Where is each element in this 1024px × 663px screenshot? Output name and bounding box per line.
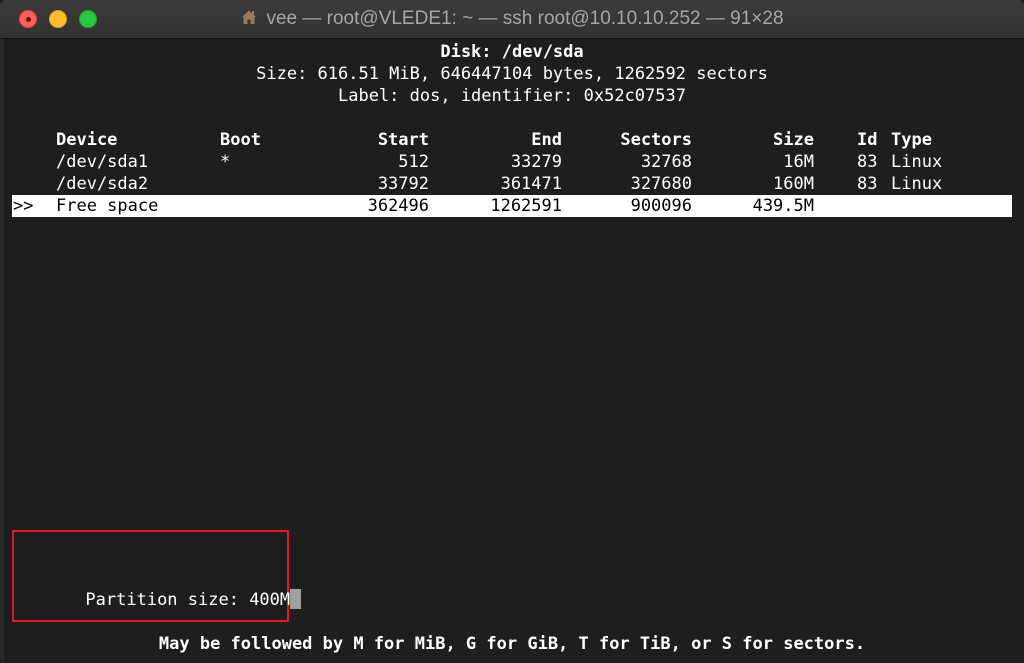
size-hint: May be followed by M for MiB, G for GiB,… (158, 634, 866, 654)
prompt-label: Partition size: (85, 590, 250, 610)
header-start: Start (377, 130, 429, 150)
row-device: /dev/sda1 (56, 152, 149, 172)
header-type: Type (891, 130, 932, 150)
table-row-selected[interactable]: >> Free space 362496 1262591 900096 439.… (12, 195, 1012, 217)
header-device: Device (56, 130, 118, 150)
row-sectors: 900096 (630, 196, 692, 216)
row-type: Linux (891, 174, 943, 194)
selection-marker: >> (13, 196, 34, 216)
row-size: 160M (773, 174, 814, 194)
terminal-content[interactable]: Disk: /dev/sda Size: 616.51 MiB, 6464471… (12, 39, 1012, 663)
header-end: End (531, 130, 562, 150)
home-folder-icon (242, 10, 257, 24)
disk-label: Label: dos, identifier: 0x52c07537 (338, 86, 686, 106)
row-sectors: 32768 (640, 152, 692, 172)
terminal-window: vee — root@VLEDE1: ~ — ssh root@10.10.10… (0, 0, 1024, 663)
window-left-edge (0, 39, 4, 663)
row-end: 33279 (510, 152, 562, 172)
row-start: 512 (398, 152, 429, 172)
row-device: Free space (56, 196, 159, 216)
disk-name: Disk: /dev/sda (440, 42, 584, 62)
row-device: /dev/sda2 (56, 174, 149, 194)
header-size: Size (773, 130, 814, 150)
header-id: Id (857, 130, 878, 150)
row-id: 83 (857, 174, 878, 194)
row-start: 362496 (367, 196, 429, 216)
window-title: vee — root@VLEDE1: ~ — ssh root@10.10.10… (266, 8, 784, 29)
row-type: Linux (891, 152, 943, 172)
disk-size: Size: 616.51 MiB, 646447104 bytes, 12625… (256, 64, 768, 84)
title-bar[interactable]: vee — root@VLEDE1: ~ — ssh root@10.10.10… (0, 0, 1024, 39)
row-id: 83 (857, 152, 878, 172)
row-size: 16M (783, 152, 814, 172)
row-end: 1262591 (490, 196, 562, 216)
prompt-value[interactable]: 400M (249, 590, 290, 610)
row-boot-flag: * (220, 152, 231, 172)
partition-size-prompt[interactable]: Partition size: 400M (24, 567, 302, 633)
row-start: 33792 (377, 174, 429, 194)
row-size: 439.5M (752, 196, 814, 216)
window-title-container: vee — root@VLEDE1: ~ — ssh root@10.10.10… (0, 0, 1024, 38)
header-sectors: Sectors (620, 130, 692, 150)
header-boot: Boot (220, 130, 261, 150)
text-cursor (290, 589, 302, 609)
row-sectors: 327680 (630, 174, 692, 194)
row-end: 361471 (500, 174, 562, 194)
